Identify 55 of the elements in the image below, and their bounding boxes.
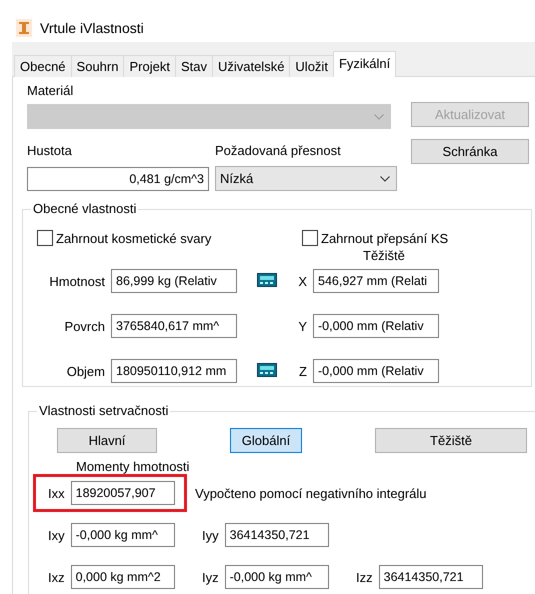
group-title: Vlastnosti setrvačnosti <box>37 403 170 418</box>
moment-field[interactable]: 36414350,721 <box>224 523 329 547</box>
chevron-down-icon <box>380 176 390 182</box>
accuracy-dropdown[interactable]: Nízká <box>215 166 397 191</box>
calculator-icon[interactable] <box>257 362 277 376</box>
calculator-icon[interactable] <box>257 272 277 286</box>
note-text: Vypočteno pomocí negativního integrálu <box>195 486 427 500</box>
accuracy-label: Požadovaná přesnost <box>215 142 342 158</box>
clipboard-button[interactable]: Schránka <box>411 139 529 164</box>
density-field[interactable]: 0,481 g/cm^3 <box>27 166 209 190</box>
tab[interactable]: Stav <box>174 55 213 77</box>
checkbox-label: Zahrnout kosmetické svary <box>56 230 212 246</box>
material-label: Materiál <box>27 83 74 98</box>
tab[interactable]: Fyzikální <box>332 51 396 77</box>
moment-label: Iyy <box>202 528 219 542</box>
tab[interactable]: Souhrn <box>70 55 124 77</box>
axis-label: Z <box>298 364 308 378</box>
moment-label: Izz <box>356 570 373 584</box>
property-field[interactable]: 3765840,617 mm^ <box>111 314 237 338</box>
moment-label: Ixy <box>48 528 65 542</box>
checkbox-label: Zahrnout přepsání KS <box>321 230 448 246</box>
chevron-down-icon <box>374 114 384 120</box>
density-label: Hustota <box>27 142 73 158</box>
checkbox[interactable] <box>37 230 53 246</box>
moment-label: Ixx <box>48 486 65 500</box>
group-title: Obecné vlastnosti <box>31 201 138 216</box>
moment-field[interactable]: -0,000 kg mm^ <box>224 565 329 589</box>
mode-button[interactable]: Globální <box>230 428 302 453</box>
property-label: Objem <box>66 364 106 378</box>
axis-label: Y <box>297 318 308 334</box>
app-icon <box>16 19 32 37</box>
window-title: Vrtule iVlastnosti <box>40 20 144 36</box>
mode-button[interactable]: Těžiště <box>375 428 527 453</box>
tab[interactable]: Uložit <box>289 55 334 77</box>
moments-title: Momenty hmotnosti <box>76 459 190 474</box>
tab[interactable]: Obecné <box>14 55 72 77</box>
moment-label: Iyz <box>202 570 219 584</box>
property-label: Hmotnost <box>48 274 106 288</box>
property-field[interactable]: 180950110,912 mm <box>111 359 237 383</box>
moment-label: Ixz <box>48 570 65 584</box>
checkbox[interactable] <box>302 230 318 246</box>
tab[interactable]: Projekt <box>123 55 176 77</box>
moment-field[interactable]: -0,000 kg mm^ <box>70 523 175 547</box>
centroid-title: Těžiště <box>363 248 405 263</box>
centroid-field[interactable]: 546,927 mm (Relati <box>313 269 439 293</box>
property-label: Povrch <box>64 318 106 334</box>
mode-button[interactable]: Hlavní <box>57 428 157 453</box>
moment-field[interactable]: 18920057,907 <box>70 481 175 505</box>
property-field[interactable]: 86,999 kg (Relativ <box>111 269 237 293</box>
moment-field[interactable]: 36414350,721 <box>378 565 483 589</box>
centroid-field[interactable]: -0,000 mm (Relativ <box>313 314 439 338</box>
tab[interactable]: Uživatelské <box>212 55 290 77</box>
axis-label: X <box>297 274 308 288</box>
centroid-field[interactable]: -0,000 mm (Relativ <box>313 359 439 383</box>
moment-field[interactable]: 0,000 kg mm^2 <box>70 565 175 589</box>
